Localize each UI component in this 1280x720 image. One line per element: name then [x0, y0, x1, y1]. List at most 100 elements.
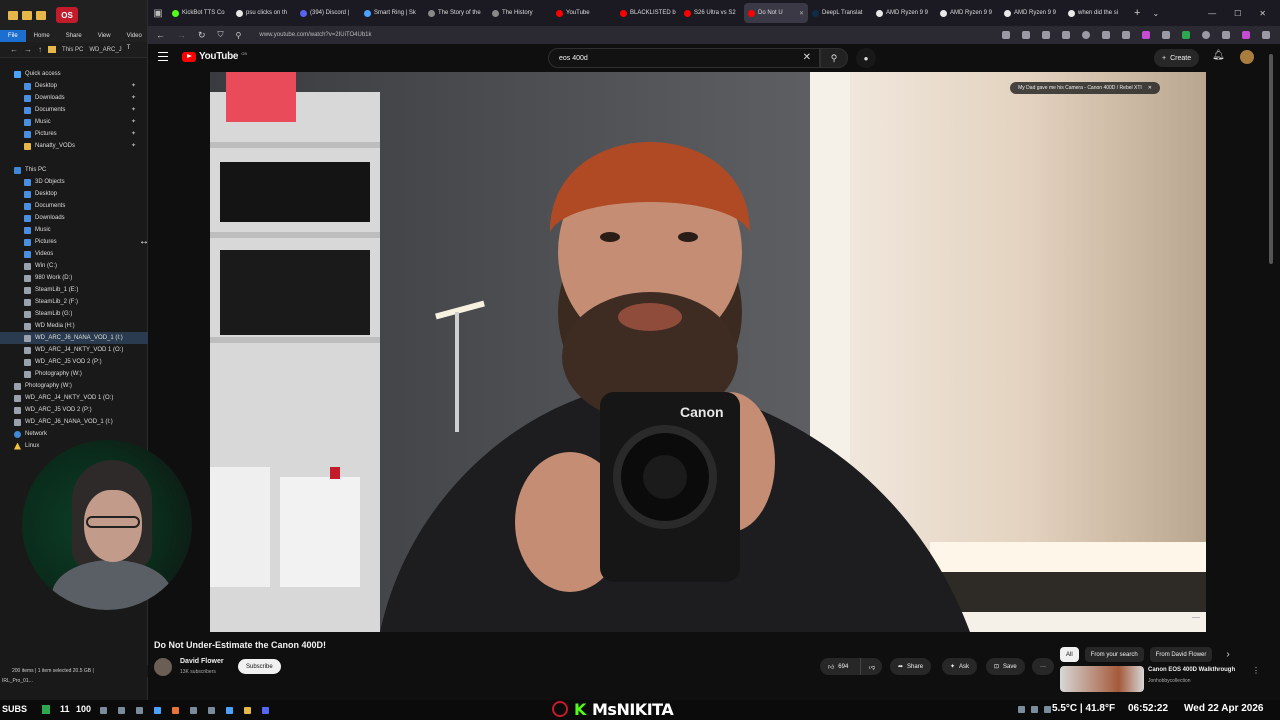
nav-tree-item[interactable]: Music [0, 224, 148, 236]
voice-search-button[interactable]: ● [856, 48, 876, 68]
page-scrollbar[interactable] [1268, 44, 1274, 644]
folder-icon[interactable] [22, 10, 32, 20]
more-actions-button[interactable]: ··· [1032, 658, 1054, 675]
account-icon[interactable] [1082, 31, 1090, 39]
nav-tree-item[interactable]: 3D Objects [0, 176, 148, 188]
pocket-icon[interactable] [1042, 31, 1050, 39]
channel-avatar[interactable] [154, 658, 172, 676]
ribbon-tab-file[interactable]: File [0, 30, 26, 42]
browser-tab[interactable]: BLACKLISTED b [616, 3, 680, 23]
folder-icon[interactable] [36, 10, 46, 20]
up-arrow-icon[interactable]: ↑ [38, 45, 42, 54]
breadcrumb-drive[interactable]: WD_ARC_J [89, 47, 121, 53]
taskbar-app-icon[interactable] [190, 707, 197, 714]
ask-button[interactable]: ✦ Ask [942, 658, 978, 675]
browser-tab[interactable]: The Story of the [424, 3, 488, 23]
forward-icon[interactable]: → [177, 30, 186, 40]
create-button[interactable]: + Create [1154, 49, 1200, 67]
tray-icon[interactable] [1031, 706, 1038, 713]
fullscreen-corner-icon[interactable] [1192, 614, 1200, 618]
browser-tab[interactable]: Smart Ring | Sk [360, 3, 424, 23]
nav-tree-item[interactable]: Win (C:) [0, 260, 148, 272]
search-input[interactable]: eos 400d ✕ [548, 48, 820, 68]
chip-from-your-search[interactable]: From your search [1084, 647, 1144, 662]
notifications-bell-icon[interactable]: 🔔︎ [1212, 50, 1225, 61]
browser-tab[interactable]: when did the si [1064, 3, 1128, 23]
taskbar-app-icon[interactable] [118, 707, 125, 714]
like-button[interactable]: 👍︎ 694 [820, 658, 860, 675]
close-tab-icon[interactable]: ✕ [799, 10, 804, 17]
nav-tree-item[interactable]: Downloads ✦ [0, 92, 148, 104]
close-icon[interactable]: ✕ [1259, 9, 1266, 18]
nav-tree-item[interactable]: SteamLib_2 (F:) [0, 296, 148, 308]
clear-search-icon[interactable]: ✕ [803, 52, 811, 63]
nav-tree-item[interactable]: Pictures [0, 236, 148, 248]
nav-tree-item[interactable]: SteamLib_1 (E:) [0, 284, 148, 296]
tray-icon[interactable] [1044, 706, 1051, 713]
ribbon-tab-home[interactable]: Home [26, 30, 58, 42]
nav-tree-item[interactable]: Pictures ✦ [0, 128, 148, 140]
nav-tree-item[interactable]: WD_ARC_J5 VOD 2 (P:) [0, 356, 148, 368]
extension-icon[interactable] [1202, 31, 1210, 39]
more-vertical-icon[interactable]: ⋮ [1252, 666, 1260, 675]
reader-view-icon[interactable] [1002, 31, 1010, 39]
scrollbar-thumb[interactable] [1269, 54, 1273, 264]
browser-tab[interactable]: YouTube [552, 3, 616, 23]
taskbar-app-icon[interactable] [208, 707, 215, 714]
browser-tab[interactable]: AMD Ryzen 9 9 [872, 3, 936, 23]
bookmark-star-icon[interactable] [1022, 31, 1030, 39]
extension-icon[interactable] [1242, 31, 1250, 39]
minimize-icon[interactable]: — [1208, 9, 1216, 18]
ribbon-tab-view[interactable]: View [90, 30, 119, 42]
close-icon[interactable]: ✕ [1148, 85, 1152, 91]
nav-tree-item[interactable]: 980 Work (D:) [0, 272, 148, 284]
extension-icon[interactable] [1162, 31, 1170, 39]
browser-tab[interactable]: psu clicks on th [232, 3, 296, 23]
nav-tree-item[interactable]: WD_ARC_J6_NANA_VOD_1 (I:) [0, 332, 148, 344]
save-button[interactable]: ⊡ Save [986, 658, 1025, 675]
nav-tree-item[interactable]: This PC [0, 164, 148, 176]
taskbar-app-icon[interactable] [154, 707, 161, 714]
channel-name[interactable]: David Flower [180, 658, 224, 665]
nav-tree-item[interactable]: Videos [0, 248, 148, 260]
browser-tab[interactable]: S26 Ultra vs S2 [680, 3, 744, 23]
browser-tab[interactable]: AMD Ryzen 9 9 [936, 3, 1000, 23]
video-title-overlay[interactable]: My Dad gave me his Camera - Canon 400D /… [1010, 82, 1160, 94]
recommended-video-title[interactable]: Canon EOS 400D Walkthrough [1148, 667, 1235, 673]
subscribe-button[interactable]: Subscribe [238, 659, 281, 674]
youtube-logo[interactable]: YouTube GB [182, 51, 247, 62]
tray-icon[interactable] [1018, 706, 1025, 713]
browser-tab[interactable]: (394) Discord | [296, 3, 360, 23]
nav-tree-item[interactable]: Quick access [0, 68, 148, 80]
search-button[interactable]: ⚲ [820, 48, 848, 68]
folder-icon[interactable] [8, 10, 18, 20]
chip-from-channel[interactable]: From David Flower [1149, 647, 1213, 662]
extension-icon[interactable] [1102, 31, 1110, 39]
nav-tree-item[interactable]: SteamLib (G:) [0, 308, 148, 320]
back-icon[interactable]: ← [156, 30, 165, 40]
maximize-icon[interactable]: ☐ [1234, 9, 1241, 18]
url-bar[interactable]: www.youtube.com/watch?v=2IUiTO4Ub1k [259, 32, 371, 38]
taskbar-app-icon[interactable] [136, 707, 143, 714]
video-player[interactable]: Canon My Dad gave me his Camera - Canon … [210, 72, 1206, 632]
tab-list-icon[interactable]: ⌄ [1152, 9, 1159, 18]
nav-tree-item[interactable]: Photography (W:) [0, 368, 148, 380]
nav-tree-item[interactable]: Documents [0, 200, 148, 212]
extension-icon[interactable] [1122, 31, 1130, 39]
ribbon-tab-video-tools[interactable]: Video T [119, 30, 150, 51]
forward-arrow-icon[interactable]: → [24, 45, 32, 54]
nav-tree-item[interactable]: Network [0, 428, 148, 440]
nav-tree-item[interactable]: Downloads [0, 212, 148, 224]
browser-tab[interactable]: KickBot TTS Co [168, 3, 232, 23]
extension-icon[interactable] [1182, 31, 1190, 39]
shield-icon[interactable]: ⛉ [218, 30, 224, 40]
nav-tree-item[interactable]: WD_ARC_J6_NANA_VOD_1 (I:) [0, 416, 148, 428]
chip-all[interactable]: All [1060, 647, 1079, 662]
menu-icon[interactable] [158, 52, 168, 61]
avatar[interactable] [1240, 50, 1254, 64]
nav-tree-item[interactable]: Nanatty_VODs ✦ [0, 140, 148, 152]
nav-tree-item[interactable]: Documents ✦ [0, 104, 148, 116]
extension-icon[interactable] [1142, 31, 1150, 39]
recommended-video-thumbnail[interactable] [1060, 666, 1144, 692]
nav-tree-item[interactable]: Desktop ✦ [0, 80, 148, 92]
